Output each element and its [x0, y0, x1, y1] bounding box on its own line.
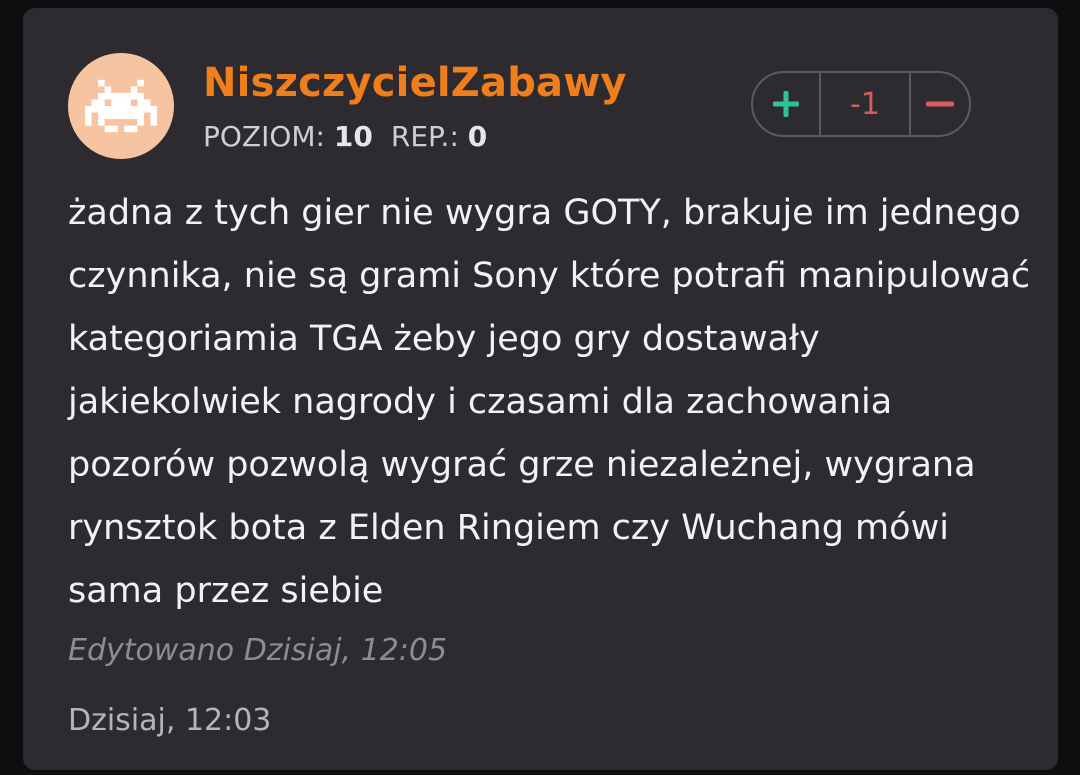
downvote-button[interactable]	[911, 73, 969, 135]
upvote-button[interactable]	[753, 73, 821, 135]
level-label: POZIOM:	[203, 120, 325, 153]
username[interactable]: NiszczycielZabawy	[203, 60, 627, 106]
vote-control: -1	[751, 71, 971, 137]
plus-icon	[773, 91, 799, 117]
edited-timestamp: Edytowano Dzisiaj, 12:05	[68, 633, 448, 668]
user-stats: POZIOM: 10 REP.: 0	[203, 120, 487, 153]
level-value: 10	[333, 120, 373, 153]
comment-body: żadna z tych gier nie wygra GOTY, brakuj…	[68, 193, 1031, 611]
vote-score: -1	[821, 73, 911, 135]
space-invader-icon	[85, 79, 157, 133]
avatar[interactable]	[68, 53, 174, 159]
minus-icon	[926, 101, 954, 107]
rep-label: REP.:	[390, 120, 459, 153]
rep-value: 0	[467, 120, 488, 153]
comment-card: NiszczycielZabawy POZIOM: 10 REP.: 0 -1 ż…	[23, 8, 1058, 770]
comment-date: Dzisiaj, 12:03	[68, 703, 272, 738]
